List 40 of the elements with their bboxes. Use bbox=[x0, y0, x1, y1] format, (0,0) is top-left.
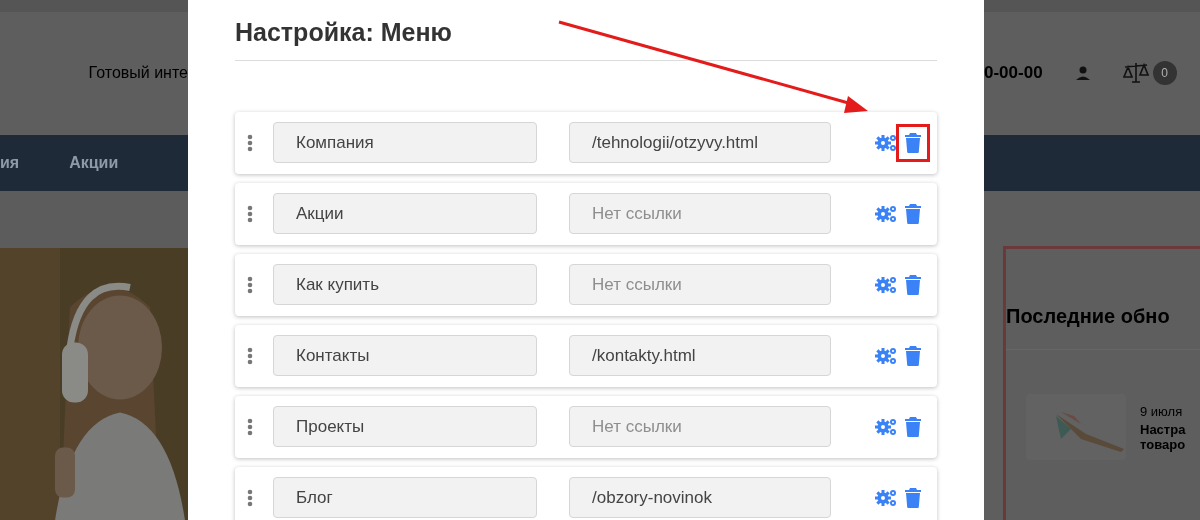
name-field[interactable]: Компания bbox=[273, 122, 537, 163]
delete-icon[interactable] bbox=[905, 487, 921, 508]
modal-title: Настройка: Меню bbox=[235, 17, 453, 48]
user-icon[interactable] bbox=[1074, 64, 1091, 81]
settings-icon[interactable] bbox=[875, 203, 899, 224]
name-field[interactable]: Контакты bbox=[273, 335, 537, 376]
name-field[interactable]: Акции bbox=[273, 193, 537, 234]
phone-number: 0-00-00 bbox=[984, 61, 1043, 84]
drag-handle-icon[interactable] bbox=[247, 417, 253, 436]
settings-icon[interactable] bbox=[875, 487, 899, 508]
compare-count: 0 bbox=[1152, 60, 1177, 85]
drag-handle-icon[interactable] bbox=[247, 275, 253, 294]
drag-handle-icon[interactable] bbox=[247, 346, 253, 365]
drag-handle-icon[interactable] bbox=[247, 204, 253, 223]
settings-icon[interactable] bbox=[875, 274, 899, 295]
nav-link[interactable]: ия bbox=[0, 151, 20, 175]
delete-icon[interactable] bbox=[905, 274, 921, 295]
link-field[interactable]: /tehnologii/otzyvy.html bbox=[569, 122, 831, 163]
name-field[interactable]: Проекты bbox=[273, 406, 537, 447]
link-field[interactable]: /obzory-novinok bbox=[569, 477, 831, 518]
news-date: 9 июля bbox=[1140, 403, 1184, 422]
link-field[interactable]: Нет ссылки bbox=[569, 406, 831, 447]
site-tagline: Готовый инте bbox=[88, 62, 188, 83]
name-field[interactable]: Блог bbox=[273, 477, 537, 518]
sidebar-title: Последние обно bbox=[1006, 301, 1200, 350]
nav-link[interactable]: Акции bbox=[69, 151, 119, 175]
drag-handle-icon[interactable] bbox=[247, 488, 253, 507]
settings-icon[interactable] bbox=[875, 132, 899, 153]
name-field[interactable]: Как купить bbox=[273, 264, 537, 305]
delete-icon[interactable] bbox=[905, 132, 921, 153]
delete-icon[interactable] bbox=[905, 203, 921, 224]
link-field[interactable]: Нет ссылки bbox=[569, 264, 831, 305]
scales-icon[interactable] bbox=[1122, 61, 1149, 84]
link-field[interactable]: /kontakty.html bbox=[569, 335, 831, 376]
settings-icon[interactable] bbox=[875, 345, 899, 366]
link-field[interactable]: Нет ссылки bbox=[569, 193, 831, 234]
delete-icon[interactable] bbox=[905, 345, 921, 366]
drag-handle-icon[interactable] bbox=[247, 133, 253, 152]
delete-icon[interactable] bbox=[905, 416, 921, 437]
settings-icon[interactable] bbox=[875, 416, 899, 437]
